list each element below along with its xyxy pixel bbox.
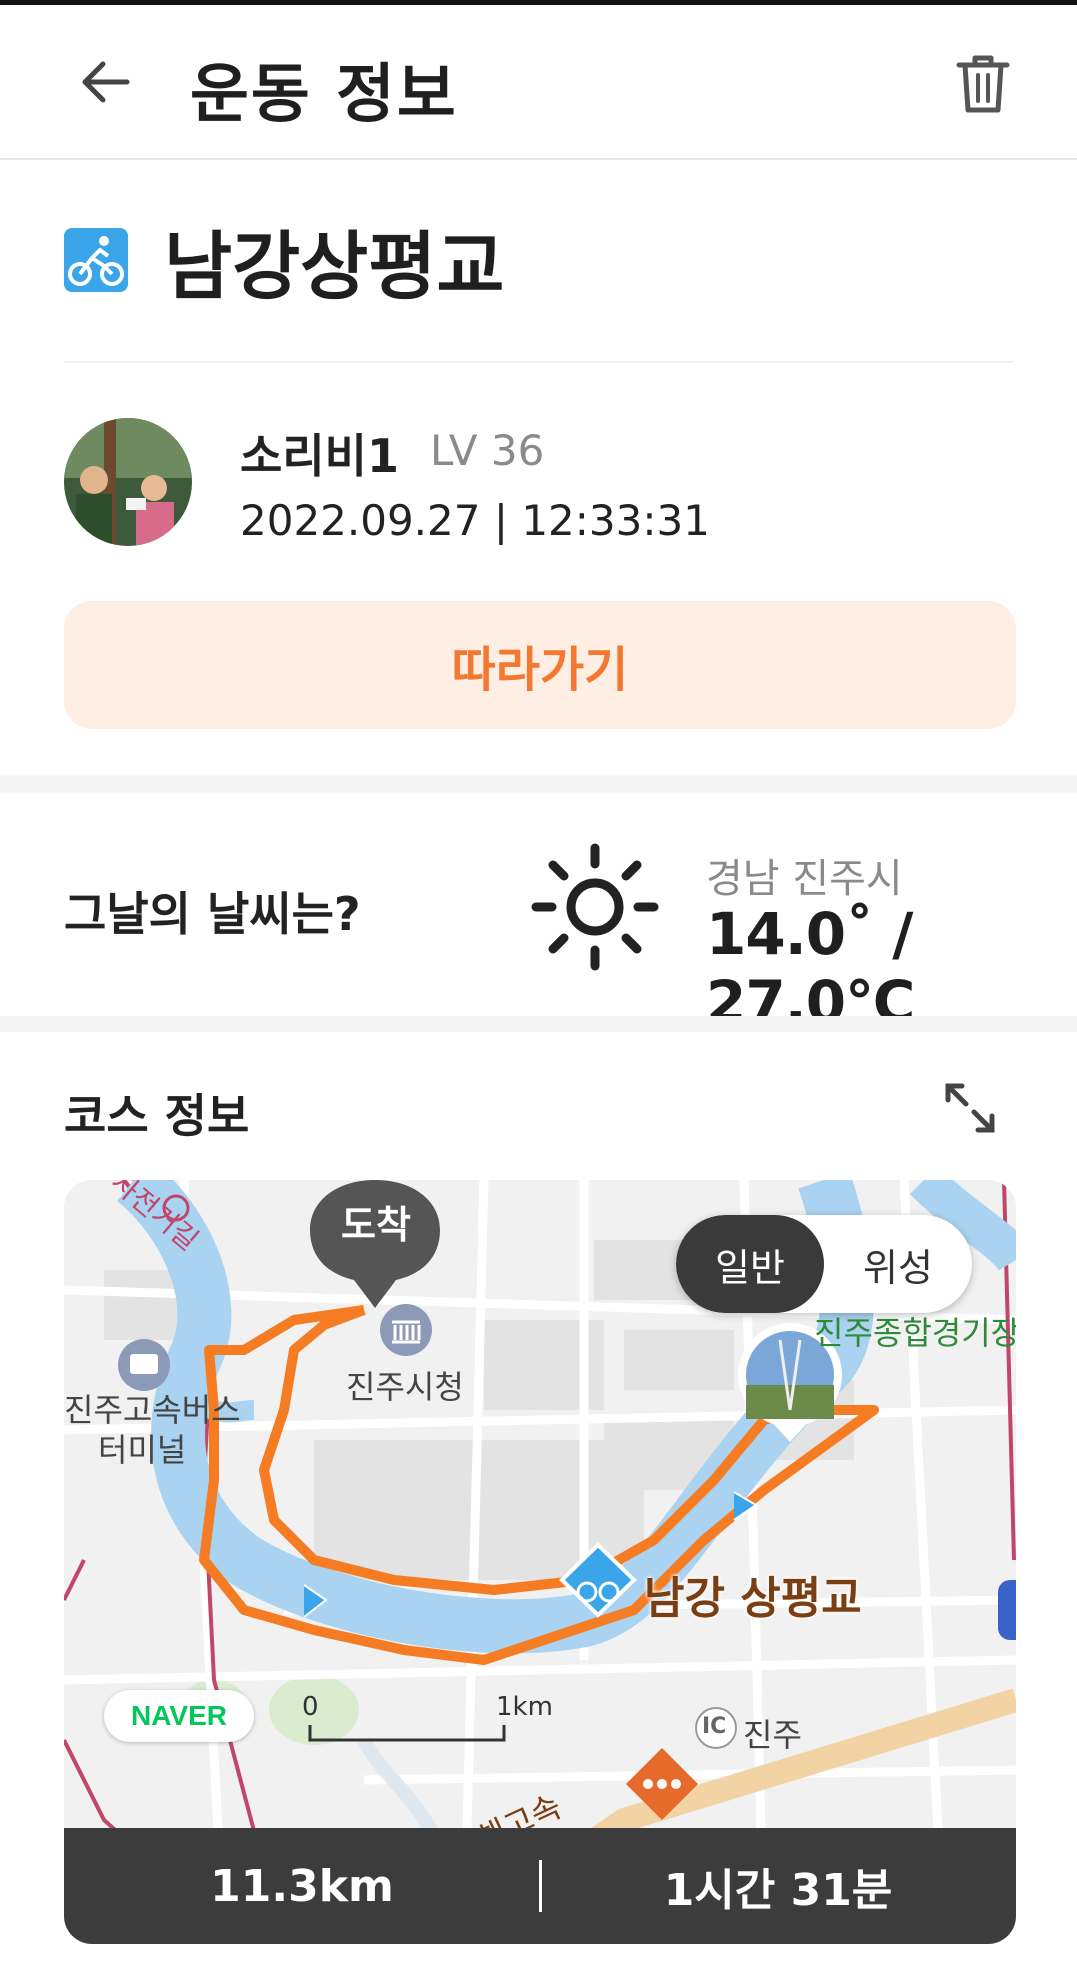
- scale-one: 1km: [496, 1692, 553, 1722]
- follow-button[interactable]: 따라가기: [64, 601, 1016, 729]
- weather-question: 그날의 날씨는?: [64, 887, 361, 941]
- expand-icon[interactable]: [940, 1078, 1000, 1138]
- follow-button-label: 따라가기: [451, 642, 629, 698]
- map-type-normal[interactable]: 일반: [676, 1215, 824, 1313]
- map-label-stadium: 진주종합경기장: [814, 1314, 1016, 1352]
- course-distance: 11.3km: [210, 1860, 394, 1912]
- section-separator: [0, 1016, 1077, 1032]
- map-label-bridge: 남강 상평교: [644, 1573, 862, 1624]
- arrive-label: 도착: [341, 1203, 411, 1247]
- course-title: 코스 정보: [64, 1089, 250, 1143]
- weather-location: 경남 진주시: [706, 856, 903, 902]
- workout-datetime: 2022.09.27 | 12:33:31: [240, 496, 710, 545]
- course-map[interactable]: 도착 진주시청 진주고속버스 터미널 진주종합경기장 남강 상평교 진주 IC …: [64, 1180, 1016, 1944]
- place-heading: 남강상평교: [64, 205, 504, 315]
- place-title: 남강상평교: [164, 223, 505, 310]
- course-stats-bar: 11.3km 1시간 31분: [64, 1828, 1016, 1944]
- naver-logo: NAVER: [104, 1690, 254, 1742]
- avatar-photo: [64, 418, 192, 546]
- app-header: 운동 정보: [0, 5, 1077, 160]
- map-type-toggle[interactable]: 일반 위성: [676, 1215, 972, 1313]
- page-title: 운동 정보: [190, 58, 458, 132]
- arrow-left-icon: [82, 61, 130, 103]
- stats-divider: [539, 1860, 542, 1912]
- scale-zero: 0: [302, 1692, 319, 1722]
- map-type-satellite[interactable]: 위성: [824, 1215, 972, 1313]
- delete-button[interactable]: [948, 49, 1018, 119]
- trash-icon: [956, 55, 1010, 113]
- sun-icon: [531, 843, 659, 971]
- cycling-icon: [64, 228, 128, 292]
- section-separator: [0, 775, 1077, 793]
- user-level: LV 36: [430, 426, 545, 475]
- ic-badge-label: IC: [702, 1714, 727, 1739]
- map-label-ic: 진주: [743, 1716, 802, 1754]
- back-button[interactable]: [70, 47, 140, 117]
- divider: [64, 361, 1014, 363]
- user-name[interactable]: 소리비1: [240, 420, 399, 486]
- map-label-bus-terminal-2: 터미널: [98, 1431, 187, 1469]
- course-duration: 1시간 31분: [663, 1865, 893, 1916]
- avatar[interactable]: [64, 418, 192, 546]
- map-label-city-hall: 진주시청: [346, 1368, 464, 1406]
